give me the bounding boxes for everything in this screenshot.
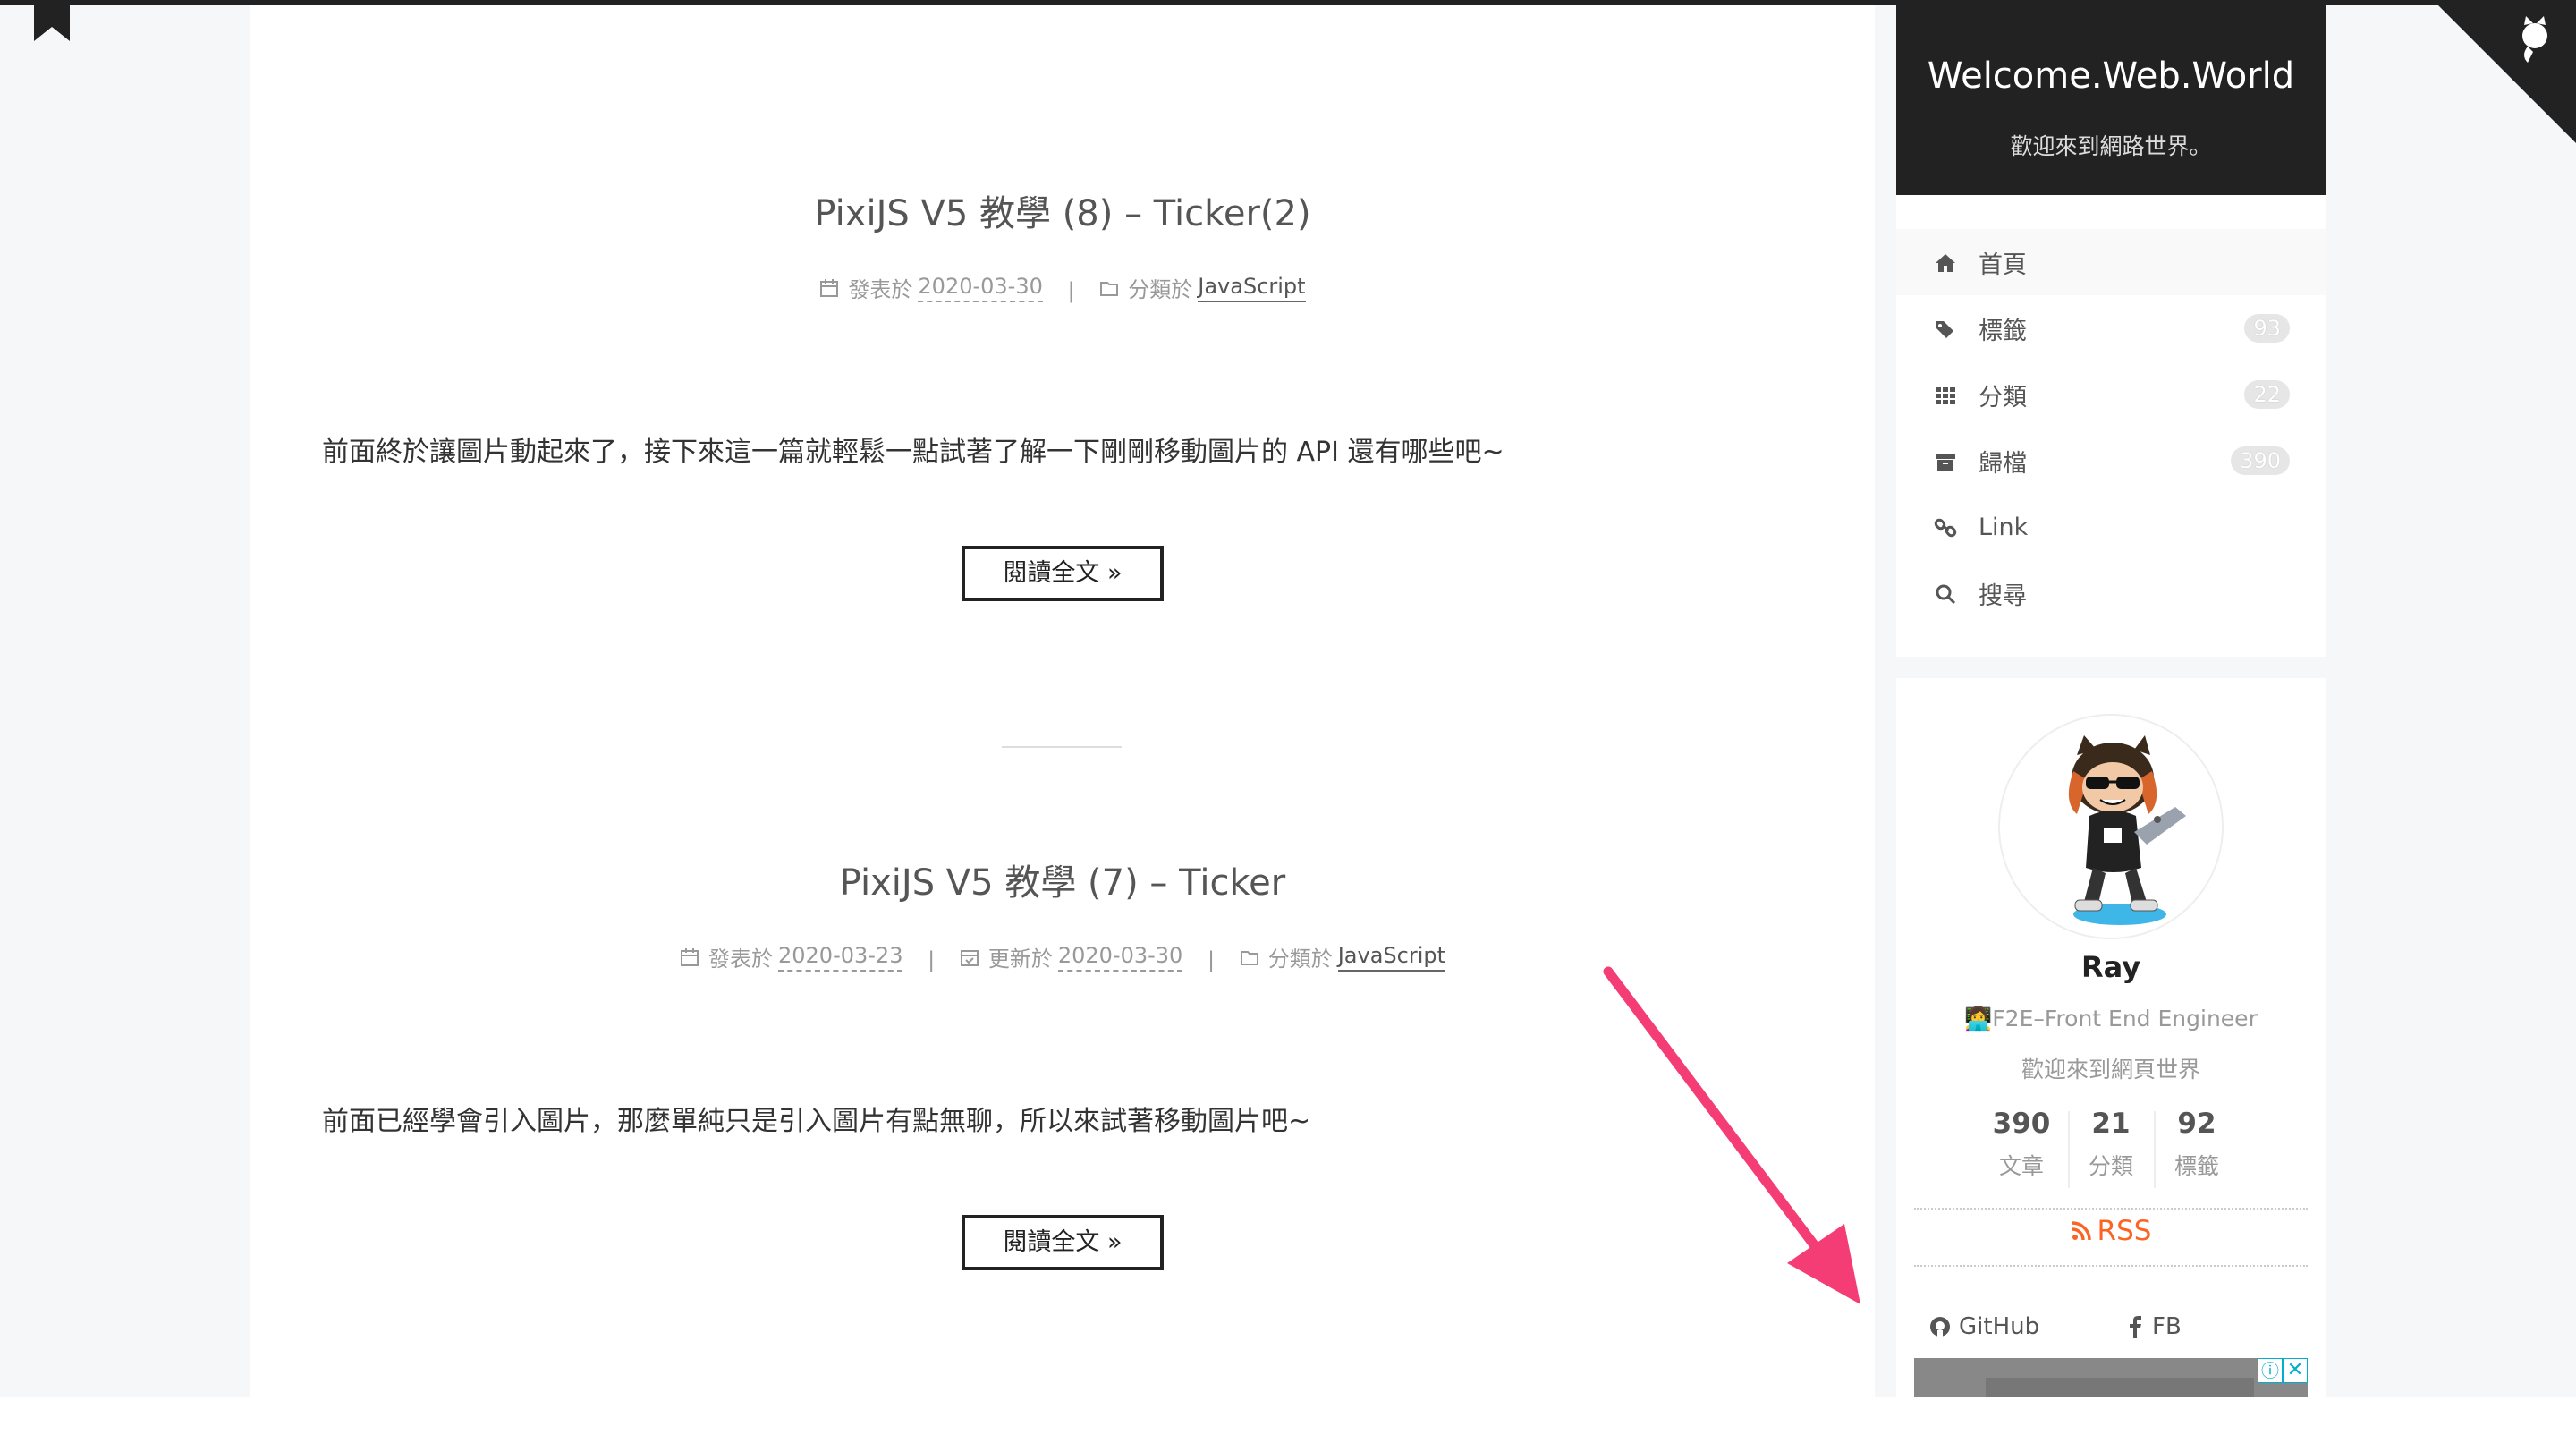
post-published: 發表於 2020-03-30 [819, 272, 1043, 303]
link-icon [1934, 518, 1957, 538]
published-date: 2020-03-23 [777, 943, 903, 972]
author-motto: 歡迎來到網頁世界 [2021, 1057, 2200, 1083]
archive-icon [1936, 454, 1955, 471]
rss-label: RSS [2097, 1215, 2152, 1247]
th-icon [1936, 387, 1955, 404]
folder-icon [1100, 281, 1119, 296]
social-link-facebook[interactable]: FB [2127, 1313, 2182, 1340]
meta-separator: | [928, 947, 936, 972]
site-title[interactable]: Welcome.Web.World [1896, 55, 2326, 97]
post-excerpt: 前面已經學會引入圖片，那麼單純只是引入圖片有點無聊，所以來試著移動圖片吧~ [322, 1106, 1311, 1137]
ad-image [1986, 1378, 2254, 1397]
category-link[interactable]: JavaScript [1337, 943, 1446, 972]
stat-count: 21 [2091, 1108, 2131, 1140]
category-link[interactable]: JavaScript [1198, 274, 1306, 302]
rss-icon [2072, 1221, 2091, 1241]
site-menu: 首頁 標籤 93 分類 22 歸檔 390 Link 搜尋 [1896, 195, 2326, 657]
social-link-github[interactable]: GitHub [1928, 1313, 2039, 1340]
menu-item-categories[interactable]: 分類 22 [1896, 361, 2326, 428]
folder-icon [1240, 950, 1258, 965]
browser-viewport: PixiJS V5 教學 (8) – Ticker(2) 發表於 2020-03… [0, 0, 2576, 1397]
github-icon [1930, 1317, 1950, 1337]
post-title-link[interactable]: PixiJS V5 教學 (7) – Ticker [250, 853, 1875, 905]
post-title-link[interactable]: PixiJS V5 教學 (8) – Ticker(2) [250, 184, 1875, 236]
menu-label: 搜尋 [1979, 582, 2027, 610]
menu-label: 首頁 [1979, 250, 2027, 279]
ad-banner[interactable]: ⓘ ✕ [1914, 1358, 2308, 1397]
stat-categories[interactable]: 21 分類 [2068, 1108, 2154, 1181]
site-brand: Welcome.Web.World 歡迎來到網路世界。 [1896, 5, 2326, 195]
bookmark-icon[interactable] [34, 0, 70, 41]
author-overview: Ray 👩‍💻F2E–Front End Engineer 歡迎來到網頁世界 3… [1896, 678, 2326, 1397]
social-label: FB [2152, 1313, 2182, 1340]
ad-info-icon[interactable]: ⓘ [2258, 1358, 2283, 1383]
post-category: 分類於 JavaScript [1099, 272, 1306, 303]
category-label: 分類於 [1128, 277, 1193, 302]
menu-label: 分類 [1979, 383, 2027, 412]
post-item: PixiJS V5 教學 (7) – Ticker 發表於 2020-03-23… [250, 675, 1875, 1390]
stat-tags[interactable]: 92 標籤 [2154, 1108, 2240, 1181]
author-avatar [1998, 714, 2224, 939]
stat-name: 標籤 [2174, 1153, 2219, 1179]
post-updated: 更新於 2020-03-30 [960, 941, 1183, 972]
menu-item-archives[interactable]: 歸檔 390 [1896, 428, 2326, 494]
menu-item-tags[interactable]: 標籤 93 [1896, 295, 2326, 361]
read-more-button[interactable]: 閱讀全文 » [962, 546, 1164, 601]
calendar-check-icon [960, 949, 979, 966]
stat-name: 分類 [2088, 1153, 2133, 1179]
calendar-icon [820, 278, 839, 297]
menu-item-search[interactable]: 搜尋 [1896, 560, 2326, 626]
menu-count-badge: 93 [2244, 314, 2290, 343]
ad-close-icon[interactable]: ✕ [2283, 1358, 2308, 1383]
menu-count-badge: 390 [2231, 446, 2290, 475]
updated-label: 更新於 [987, 947, 1053, 972]
stat-posts[interactable]: 390 文章 [1979, 1108, 2064, 1181]
menu-item-home[interactable]: 首頁 [1896, 229, 2326, 295]
social-label: GitHub [1959, 1313, 2040, 1340]
menu-label: 標籤 [1979, 317, 2027, 345]
github-corner-icon[interactable] [2433, 0, 2576, 143]
author-description: 👩‍💻F2E–Front End Engineer [1964, 1006, 2258, 1032]
menu-label: 歸檔 [1979, 449, 2027, 478]
meta-separator: | [1067, 277, 1075, 303]
post-meta: 發表於 2020-03-23 | 更新於 2020-03-30 | 分類於 Ja… [250, 941, 1875, 972]
published-date: 2020-03-30 [918, 274, 1043, 302]
author-name: Ray [2080, 950, 2141, 984]
published-label: 發表於 [848, 277, 913, 302]
menu-label: Link [1979, 513, 2029, 541]
category-label: 分類於 [1267, 947, 1333, 972]
stat-name: 文章 [1998, 1153, 2044, 1179]
octocat-avatar-image [2068, 735, 2186, 925]
published-label: 發表於 [708, 947, 773, 972]
facebook-icon [2130, 1316, 2141, 1338]
stat-count: 390 [1992, 1108, 2051, 1140]
post-meta: 發表於 2020-03-30 | 分類於 JavaScript [250, 272, 1875, 303]
tags-icon [1936, 321, 1953, 338]
meta-separator: | [1207, 947, 1216, 972]
home-icon [1936, 254, 1955, 272]
site-subtitle: 歡迎來到網路世界。 [2010, 133, 2212, 159]
read-more-button[interactable]: 閱讀全文 » [962, 1215, 1164, 1270]
main-content: PixiJS V5 教學 (8) – Ticker(2) 發表於 2020-03… [250, 5, 1875, 1397]
search-icon [1936, 584, 1956, 605]
post-published: 發表於 2020-03-23 [680, 941, 903, 972]
menu-item-link[interactable]: Link [1896, 494, 2326, 560]
updated-date: 2020-03-30 [1057, 943, 1183, 972]
menu-count-badge: 22 [2244, 380, 2290, 409]
rss-divider-bottom [1914, 1265, 2308, 1267]
rss-link[interactable]: RSS [1896, 1215, 2326, 1247]
rss-divider-top [1914, 1208, 2308, 1210]
calendar-icon [680, 947, 699, 966]
post-item: PixiJS V5 教學 (8) – Ticker(2) 發表於 2020-03… [250, 5, 1875, 748]
post-excerpt: 前面終於讓圖片動起來了，接下來這一篇就輕鬆一點試著了解一下剛剛移動圖片的 API… [322, 437, 1504, 468]
stat-count: 92 [2177, 1108, 2216, 1140]
post-category: 分類於 JavaScript [1240, 941, 1446, 972]
